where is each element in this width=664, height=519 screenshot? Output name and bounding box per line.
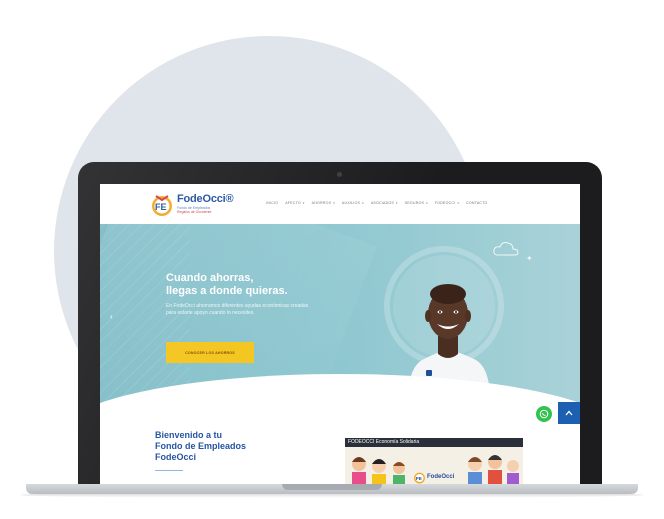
chevron-up-icon xyxy=(565,410,573,416)
hero-title-line2: llegas a donde quieras. xyxy=(166,285,288,297)
nav-item-asociados[interactable]: ASOCIADOS ▾ xyxy=(371,201,398,205)
svg-text:FE: FE xyxy=(155,202,167,212)
video-caption: FODEOCCI Economía Solidaria xyxy=(348,439,420,445)
whatsapp-icon xyxy=(539,409,549,419)
caret-down-icon: ▾ xyxy=(426,201,428,205)
logo-subtitle-2: Regalos de Occidente xyxy=(177,210,212,214)
caret-down-icon: ▾ xyxy=(333,201,335,205)
hero-title: Cuando ahorras, xyxy=(166,272,254,284)
nav-item-fodeocci[interactable]: FODEOCCI ▾ xyxy=(435,201,459,205)
whatsapp-button[interactable] xyxy=(536,406,552,422)
fodeocci-logo-icon: FE xyxy=(414,472,425,484)
mockup-stage: FE FodeOcci® Fondo de Empleados Regalos … xyxy=(0,0,664,519)
caret-down-icon: ▾ xyxy=(457,201,460,205)
welcome-heading: Bienvenido a tu xyxy=(155,430,223,440)
nav-item-afecto[interactable]: AFECTO ▾ xyxy=(285,201,304,205)
scroll-to-top-button[interactable] xyxy=(558,402,580,424)
caret-down-icon: ▾ xyxy=(396,201,398,205)
laptop-lid: FE FodeOcci® Fondo de Empleados Regalos … xyxy=(78,162,602,492)
site-header: FE FodeOcci® Fondo de Empleados Regalos … xyxy=(100,184,580,224)
nav-item-auxilios[interactable]: AUXILIOS ▾ xyxy=(342,201,364,205)
nav-item-inicio[interactable]: INICIO xyxy=(266,201,278,205)
logo-title[interactable]: FodeOcci® xyxy=(177,193,234,205)
cloud-icon xyxy=(493,242,519,256)
laptop-notch xyxy=(282,484,382,490)
nav-item-ahorros[interactable]: AHORROS ▾ xyxy=(312,201,335,205)
nav-item-seguros[interactable]: SEGUROS ▾ xyxy=(405,201,428,205)
main-nav: INICIO AFECTO ▾ AHORROS ▾ AUXILIOS ▾ ASOCIA… xyxy=(266,201,488,205)
sparkle-icon: ✦ xyxy=(526,254,533,263)
welcome-divider xyxy=(155,470,183,471)
fodeocci-logo-icon[interactable]: FE xyxy=(150,193,174,217)
hero-slider: ‹ Cuando ahorras, llegas a donde quieras… xyxy=(100,224,580,406)
welcome-heading-line2: Fondo de Empleados xyxy=(155,441,247,451)
caret-down-icon: ▾ xyxy=(362,201,364,205)
welcome-heading-line3: FodeOcci xyxy=(155,452,197,462)
svg-text:FE: FE xyxy=(416,476,423,482)
camera-icon xyxy=(337,172,342,177)
slider-prev-arrow-icon[interactable]: ‹ xyxy=(110,312,113,321)
video-logo-text: FodeOcci xyxy=(427,474,455,480)
hero-description: En FodeOcci ahorramos diferentes ayudas … xyxy=(166,303,309,316)
laptop-screen: FE FodeOcci® Fondo de Empleados Regalos … xyxy=(100,184,580,492)
caret-down-icon: ▾ xyxy=(302,201,305,205)
nav-item-contacto[interactable]: CONTACTO xyxy=(466,201,487,205)
conocer-ahorros-button[interactable]: CONOCER LOS AHORROS xyxy=(166,342,254,363)
